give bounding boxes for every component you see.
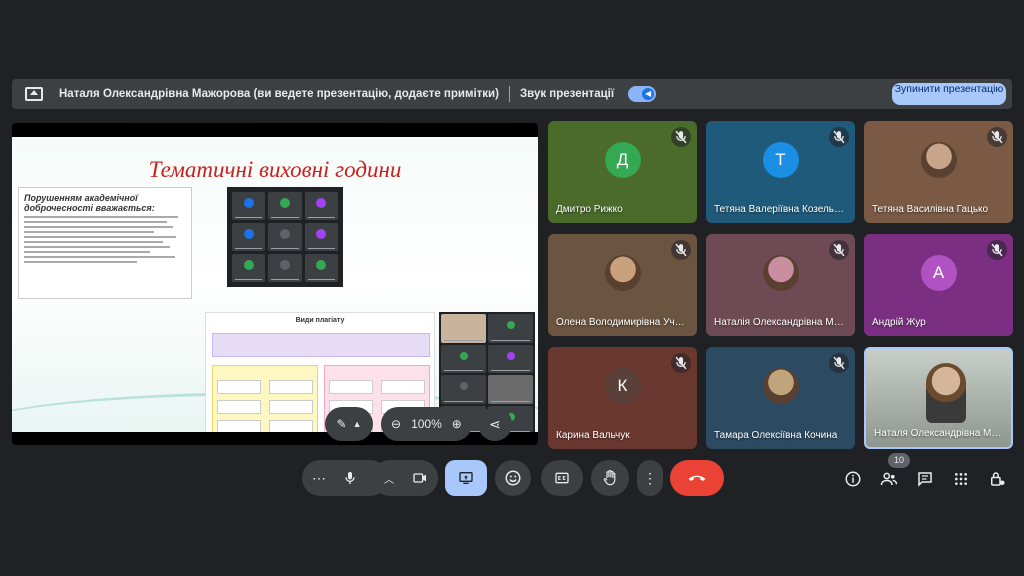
annotate-button[interactable]: ✎ ▲ xyxy=(325,407,373,441)
reactions-button[interactable] xyxy=(495,460,531,496)
participant-name: Наталя Олександрівна Ма… xyxy=(874,428,1003,439)
mic-off-icon xyxy=(987,240,1007,260)
participant-tile[interactable]: А Андрій Жур xyxy=(864,234,1013,336)
present-screen-icon xyxy=(25,87,43,101)
participant-tile[interactable]: Т Тетяна Валеріївна Козельс… xyxy=(706,121,855,223)
closed-captions-icon xyxy=(555,472,569,484)
presenting-banner: Наталя Олександрівна Мажорова (ви ведете… xyxy=(12,79,1012,109)
presentation-stage[interactable]: Тематичні виховні години Порушенням акад… xyxy=(12,123,538,445)
pen-icon: ✎ xyxy=(336,417,347,431)
slide-embedded-screenshot xyxy=(227,187,343,287)
avatar-photo xyxy=(762,367,799,404)
avatar-photo xyxy=(762,254,799,291)
participant-name: Тетяна Валеріївна Козельс… xyxy=(714,204,847,215)
slide: Тематичні виховні години Порушенням акад… xyxy=(12,137,538,432)
avatar: Т xyxy=(762,141,799,178)
participant-name: Дмитро Рижко xyxy=(556,204,623,215)
microphone-button[interactable] xyxy=(332,460,368,496)
zoom-level: 100% xyxy=(411,417,442,431)
presenter-text: Наталя Олександрівна Мажорова (ви ведете… xyxy=(59,88,499,100)
captions-button[interactable] xyxy=(541,460,583,496)
zoom-out-icon[interactable]: ⊖ xyxy=(391,417,401,431)
people-button[interactable] xyxy=(878,468,900,490)
smiley-icon xyxy=(505,470,521,486)
mic-off-icon xyxy=(829,127,849,147)
participant-name: Наталія Олександрівна Ма… xyxy=(714,317,847,328)
present-screen-icon xyxy=(459,472,473,484)
lock-person-icon xyxy=(991,472,1005,486)
more-options-button[interactable]: ⋮ xyxy=(637,460,663,496)
speaker-video xyxy=(926,363,966,423)
raise-hand-button[interactable] xyxy=(591,460,629,496)
mic-off-icon xyxy=(671,240,691,260)
hang-up-icon xyxy=(688,475,706,481)
slide-title: Тематичні виховні години xyxy=(148,157,402,182)
participant-name: Андрій Жур xyxy=(872,317,926,328)
chat-button[interactable] xyxy=(914,468,936,490)
participant-count-badge: 10 xyxy=(888,453,910,468)
divider xyxy=(508,86,510,102)
participant-tile[interactable]: Тетяна Василівна Гацько xyxy=(864,121,1013,223)
mic-off-icon xyxy=(987,127,1007,147)
participant-tile[interactable]: Наталія Олександрівна Ма… xyxy=(706,234,855,336)
camera-button[interactable] xyxy=(402,460,438,496)
participant-tile[interactable]: Д Дмитро Рижко xyxy=(548,121,697,223)
zoom-control: ⊖ 100% ⊕ xyxy=(381,407,472,441)
mic-off-icon xyxy=(829,353,849,373)
card-heading: Порушенням академічної доброчесності вва… xyxy=(24,193,155,213)
info-icon xyxy=(845,471,861,487)
avatar-photo xyxy=(604,254,641,291)
participant-name: Карина Вальчук xyxy=(556,430,630,441)
speaker-icon: ◀ xyxy=(642,88,655,100)
presentation-sound-label: Звук презентації xyxy=(519,88,615,100)
slide-text-card: Порушенням академічної доброчесності вва… xyxy=(18,187,192,299)
microphone-icon xyxy=(345,472,355,484)
mic-off-icon xyxy=(671,353,691,373)
avatar: К xyxy=(604,367,641,404)
participant-tile[interactable]: Тамара Олексіївна Кочина xyxy=(706,347,855,449)
mic-off-icon xyxy=(671,127,691,147)
chevron-up-icon: ︿ xyxy=(384,474,394,486)
plagiarism-title: Види плагіату xyxy=(295,317,345,324)
stop-presenting-button[interactable]: Зупинити презентацію xyxy=(892,83,1006,105)
participant-name: Олена Володимирівна Уча… xyxy=(556,317,689,328)
chat-icon xyxy=(918,472,932,487)
chevron-up-icon: ▲ xyxy=(352,419,362,429)
camera-icon xyxy=(413,473,426,483)
participant-name: Тамара Олексіївна Кочина xyxy=(714,430,838,441)
raise-hand-icon xyxy=(603,470,616,486)
participant-name: Тетяна Василівна Гацько xyxy=(872,204,989,215)
avatar-photo xyxy=(920,141,957,178)
participant-tile[interactable]: К Карина Вальчук xyxy=(548,347,697,449)
participant-tile[interactable]: Наталя Олександрівна Ма… xyxy=(864,347,1013,449)
zoom-toolbar: ✎ ▲ ⊖ 100% ⊕ ⋖ xyxy=(325,407,512,441)
participant-tile[interactable]: Олена Володимирівна Уча… xyxy=(548,234,697,336)
presentation-sound-toggle[interactable]: ◀ xyxy=(628,86,657,102)
avatar: Д xyxy=(604,141,641,178)
avatar: А xyxy=(920,254,957,291)
share-icon[interactable]: ⋖ xyxy=(477,407,512,441)
leave-call-button[interactable] xyxy=(670,460,724,496)
present-now-button[interactable] xyxy=(445,460,487,496)
people-icon xyxy=(880,472,898,486)
activities-button[interactable] xyxy=(950,468,972,490)
more-dots-icon: ⋯ xyxy=(312,469,326,486)
host-controls-button[interactable] xyxy=(986,468,1008,490)
meeting-details-button[interactable] xyxy=(842,468,864,490)
apps-grid-icon xyxy=(955,473,967,485)
zoom-in-icon[interactable]: ⊕ xyxy=(452,417,462,431)
more-vert-icon: ⋮ xyxy=(643,469,657,486)
mic-off-icon xyxy=(829,240,849,260)
